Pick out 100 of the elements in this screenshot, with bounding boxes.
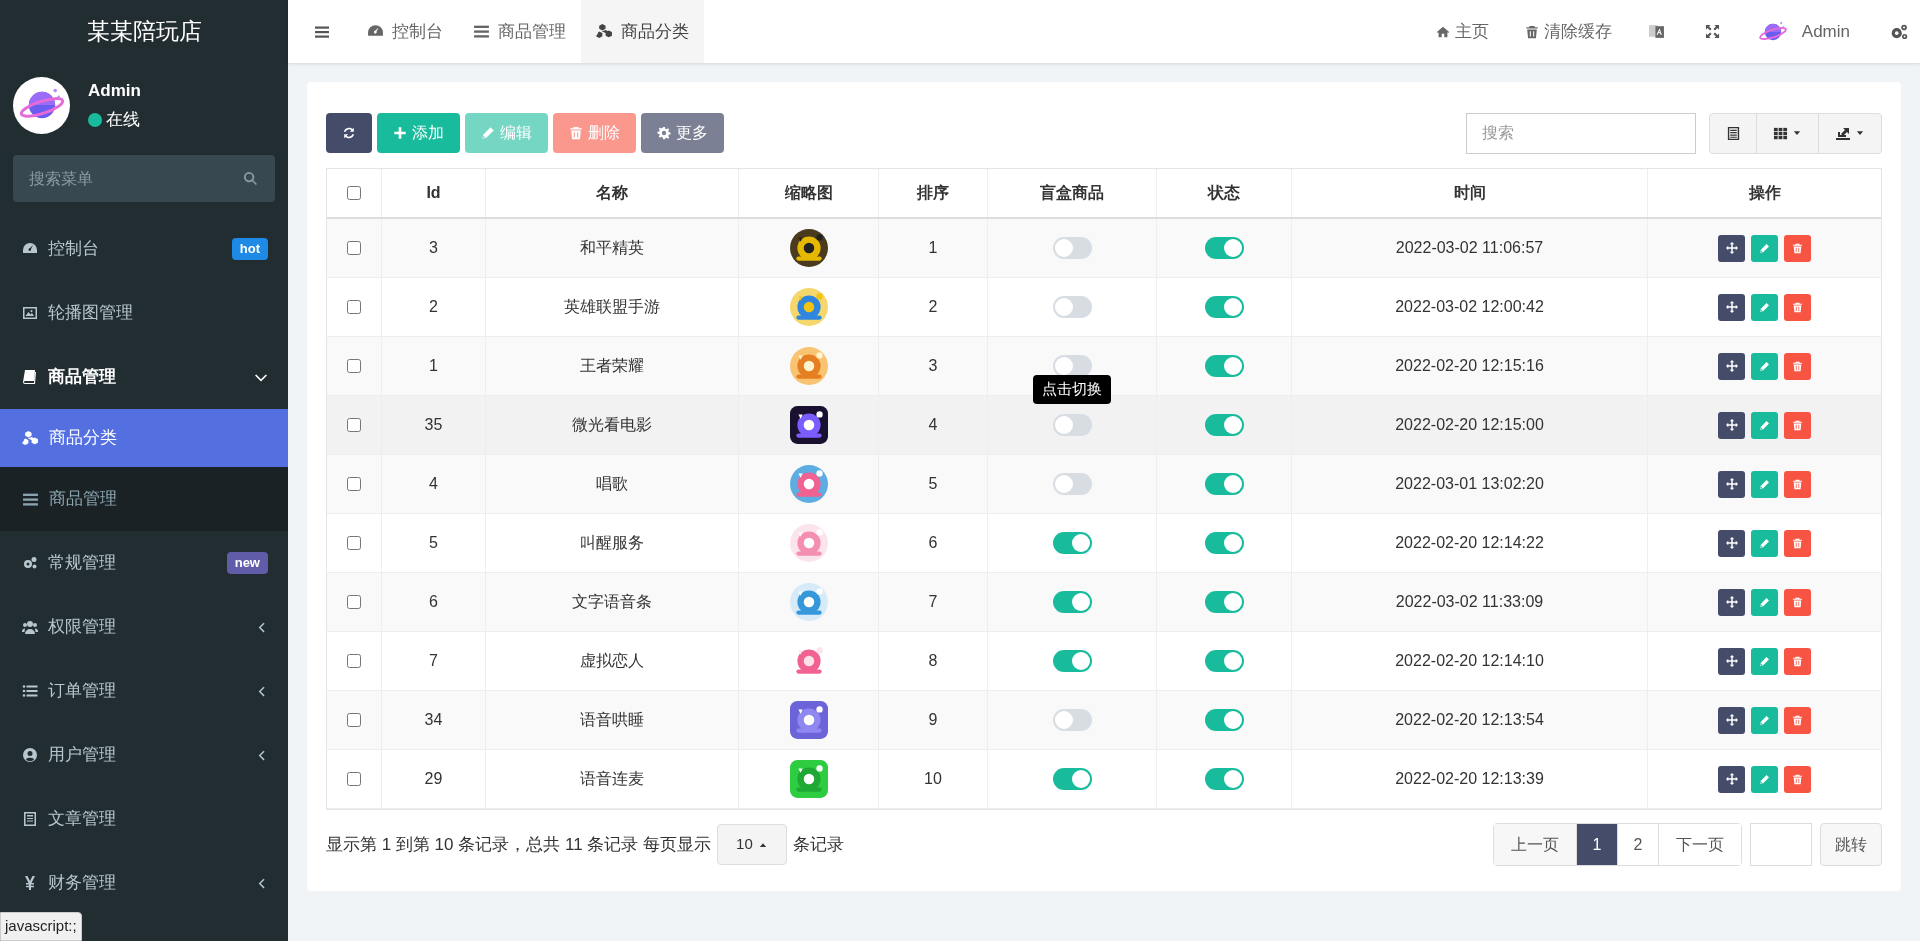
sidebar-item[interactable]: 财务管理 [0, 851, 288, 915]
jump-button[interactable]: 跳转 [1820, 823, 1882, 866]
toggle-switch[interactable] [1052, 414, 1092, 436]
toggle-switch[interactable] [1204, 591, 1244, 613]
sidebar-item[interactable]: 用户管理 [0, 723, 288, 787]
status-bar: javascript:; [0, 912, 82, 941]
more-button[interactable]: 更多 [641, 113, 724, 153]
translate-button[interactable] [1647, 23, 1665, 40]
prev-page-button[interactable]: 上一页 [1494, 824, 1577, 865]
drag-button[interactable] [1718, 293, 1745, 321]
toggle-switch[interactable] [1204, 768, 1244, 790]
toggle-switch[interactable] [1204, 296, 1244, 318]
nav-tab[interactable]: 控制台 [352, 0, 458, 63]
select-all-checkbox[interactable] [347, 186, 361, 200]
settings-button[interactable] [1890, 22, 1908, 41]
header-user-name[interactable]: Admin [1801, 18, 1850, 45]
fullscreen-button[interactable] [1704, 24, 1720, 39]
drag-button[interactable] [1718, 765, 1745, 793]
table-cell-text: 王者荣耀 [580, 356, 644, 376]
toggle-switch[interactable] [1204, 237, 1244, 259]
row-checkbox[interactable] [347, 418, 361, 432]
delete-button[interactable] [1784, 765, 1811, 793]
edit-button[interactable] [1751, 529, 1778, 557]
refresh-button[interactable] [326, 113, 372, 153]
toggle-switch[interactable] [1052, 473, 1092, 495]
sidebar-item[interactable]: 权限管理 [0, 595, 288, 659]
sidebar-item[interactable]: 控制台 hot [0, 217, 288, 281]
nav-tab[interactable]: 商品管理 [458, 0, 581, 63]
column-header: 操作 [1748, 183, 1781, 203]
edit-button[interactable] [1751, 765, 1778, 793]
sidebar-item[interactable]: 文章管理 [0, 787, 288, 851]
delete-button[interactable] [1784, 411, 1811, 439]
edit-button[interactable] [1751, 706, 1778, 734]
delete-button[interactable] [1784, 352, 1811, 380]
pencil-icon [1759, 714, 1770, 726]
page-jump-field[interactable] [1750, 823, 1812, 866]
toggle-switch[interactable] [1204, 355, 1244, 377]
toggle-switch[interactable] [1052, 296, 1092, 318]
drag-button[interactable] [1718, 706, 1745, 734]
toggle-switch[interactable] [1204, 650, 1244, 672]
delete-button[interactable] [1784, 647, 1811, 675]
page-size-select[interactable]: 10 [717, 824, 787, 865]
edit-button[interactable] [1751, 234, 1778, 262]
submenu-item[interactable]: 商品分类 [0, 409, 288, 467]
table-search-field[interactable]: 搜索 [1466, 112, 1696, 154]
drag-button[interactable] [1718, 529, 1745, 557]
toggle-switch[interactable] [1052, 532, 1092, 554]
row-checkbox[interactable] [347, 359, 361, 373]
drag-button[interactable] [1718, 647, 1745, 675]
sidebar-item[interactable]: 轮播图管理 [0, 281, 288, 345]
toggle-switch[interactable] [1052, 591, 1092, 613]
edit-button[interactable] [1751, 293, 1778, 321]
row-checkbox[interactable] [347, 595, 361, 609]
sidebar-item[interactable]: 常规管理 new [0, 531, 288, 595]
drag-button[interactable] [1718, 234, 1745, 262]
table-cell-text: 29 [424, 769, 443, 789]
table-cell-text: 35 [424, 415, 443, 435]
row-checkbox[interactable] [347, 477, 361, 491]
delete-button[interactable] [1784, 470, 1811, 498]
edit-button[interactable] [1751, 588, 1778, 616]
sidebar-item[interactable]: 订单管理 [0, 659, 288, 723]
toggle-switch[interactable] [1052, 355, 1092, 377]
submenu-item[interactable]: 商品管理 [0, 467, 288, 531]
delete-button[interactable] [1784, 588, 1811, 616]
header-link[interactable]: 清除缓存 [1524, 18, 1612, 45]
edit-button[interactable] [1751, 352, 1778, 380]
nav-tab[interactable]: 商品分类 [581, 0, 704, 63]
toggle-switch[interactable] [1204, 532, 1244, 554]
toggle-switch[interactable] [1204, 473, 1244, 495]
row-checkbox[interactable] [347, 241, 361, 255]
sidebar-item[interactable]: 商品管理 [0, 345, 288, 409]
toggle-switch[interactable] [1052, 768, 1092, 790]
toggle-switch[interactable] [1052, 650, 1092, 672]
menu-search-field[interactable]: 搜索菜单 [13, 155, 275, 202]
delete-button[interactable] [1784, 706, 1811, 734]
delete-button[interactable] [1784, 293, 1811, 321]
delete-button[interactable] [1784, 529, 1811, 557]
header-link[interactable]: 主页 [1435, 18, 1489, 45]
toggle-switch[interactable] [1052, 237, 1092, 259]
row-checkbox[interactable] [347, 713, 361, 727]
row-checkbox[interactable] [347, 654, 361, 668]
toggle-switch[interactable] [1204, 414, 1244, 436]
table-cell-text: 语音哄睡 [580, 710, 644, 730]
row-checkbox[interactable] [347, 536, 361, 550]
delete-button[interactable] [1784, 234, 1811, 262]
row-checkbox[interactable] [347, 300, 361, 314]
table-cell-text: 叫醒服务 [580, 533, 644, 553]
toggle-switch[interactable] [1052, 709, 1092, 731]
drag-button[interactable] [1718, 588, 1745, 616]
drag-button[interactable] [1718, 470, 1745, 498]
table-cell-text: 微光看电影 [572, 415, 652, 435]
edit-button[interactable] [1751, 411, 1778, 439]
row-checkbox[interactable] [347, 772, 361, 786]
toggle-switch[interactable] [1204, 709, 1244, 731]
edit-button[interactable] [1751, 647, 1778, 675]
page-button[interactable]: 1 [1577, 824, 1618, 865]
pagination-suffix: 条记录 [792, 833, 844, 856]
drag-button[interactable] [1718, 411, 1745, 439]
edit-button[interactable] [1751, 470, 1778, 498]
drag-button[interactable] [1718, 352, 1745, 380]
